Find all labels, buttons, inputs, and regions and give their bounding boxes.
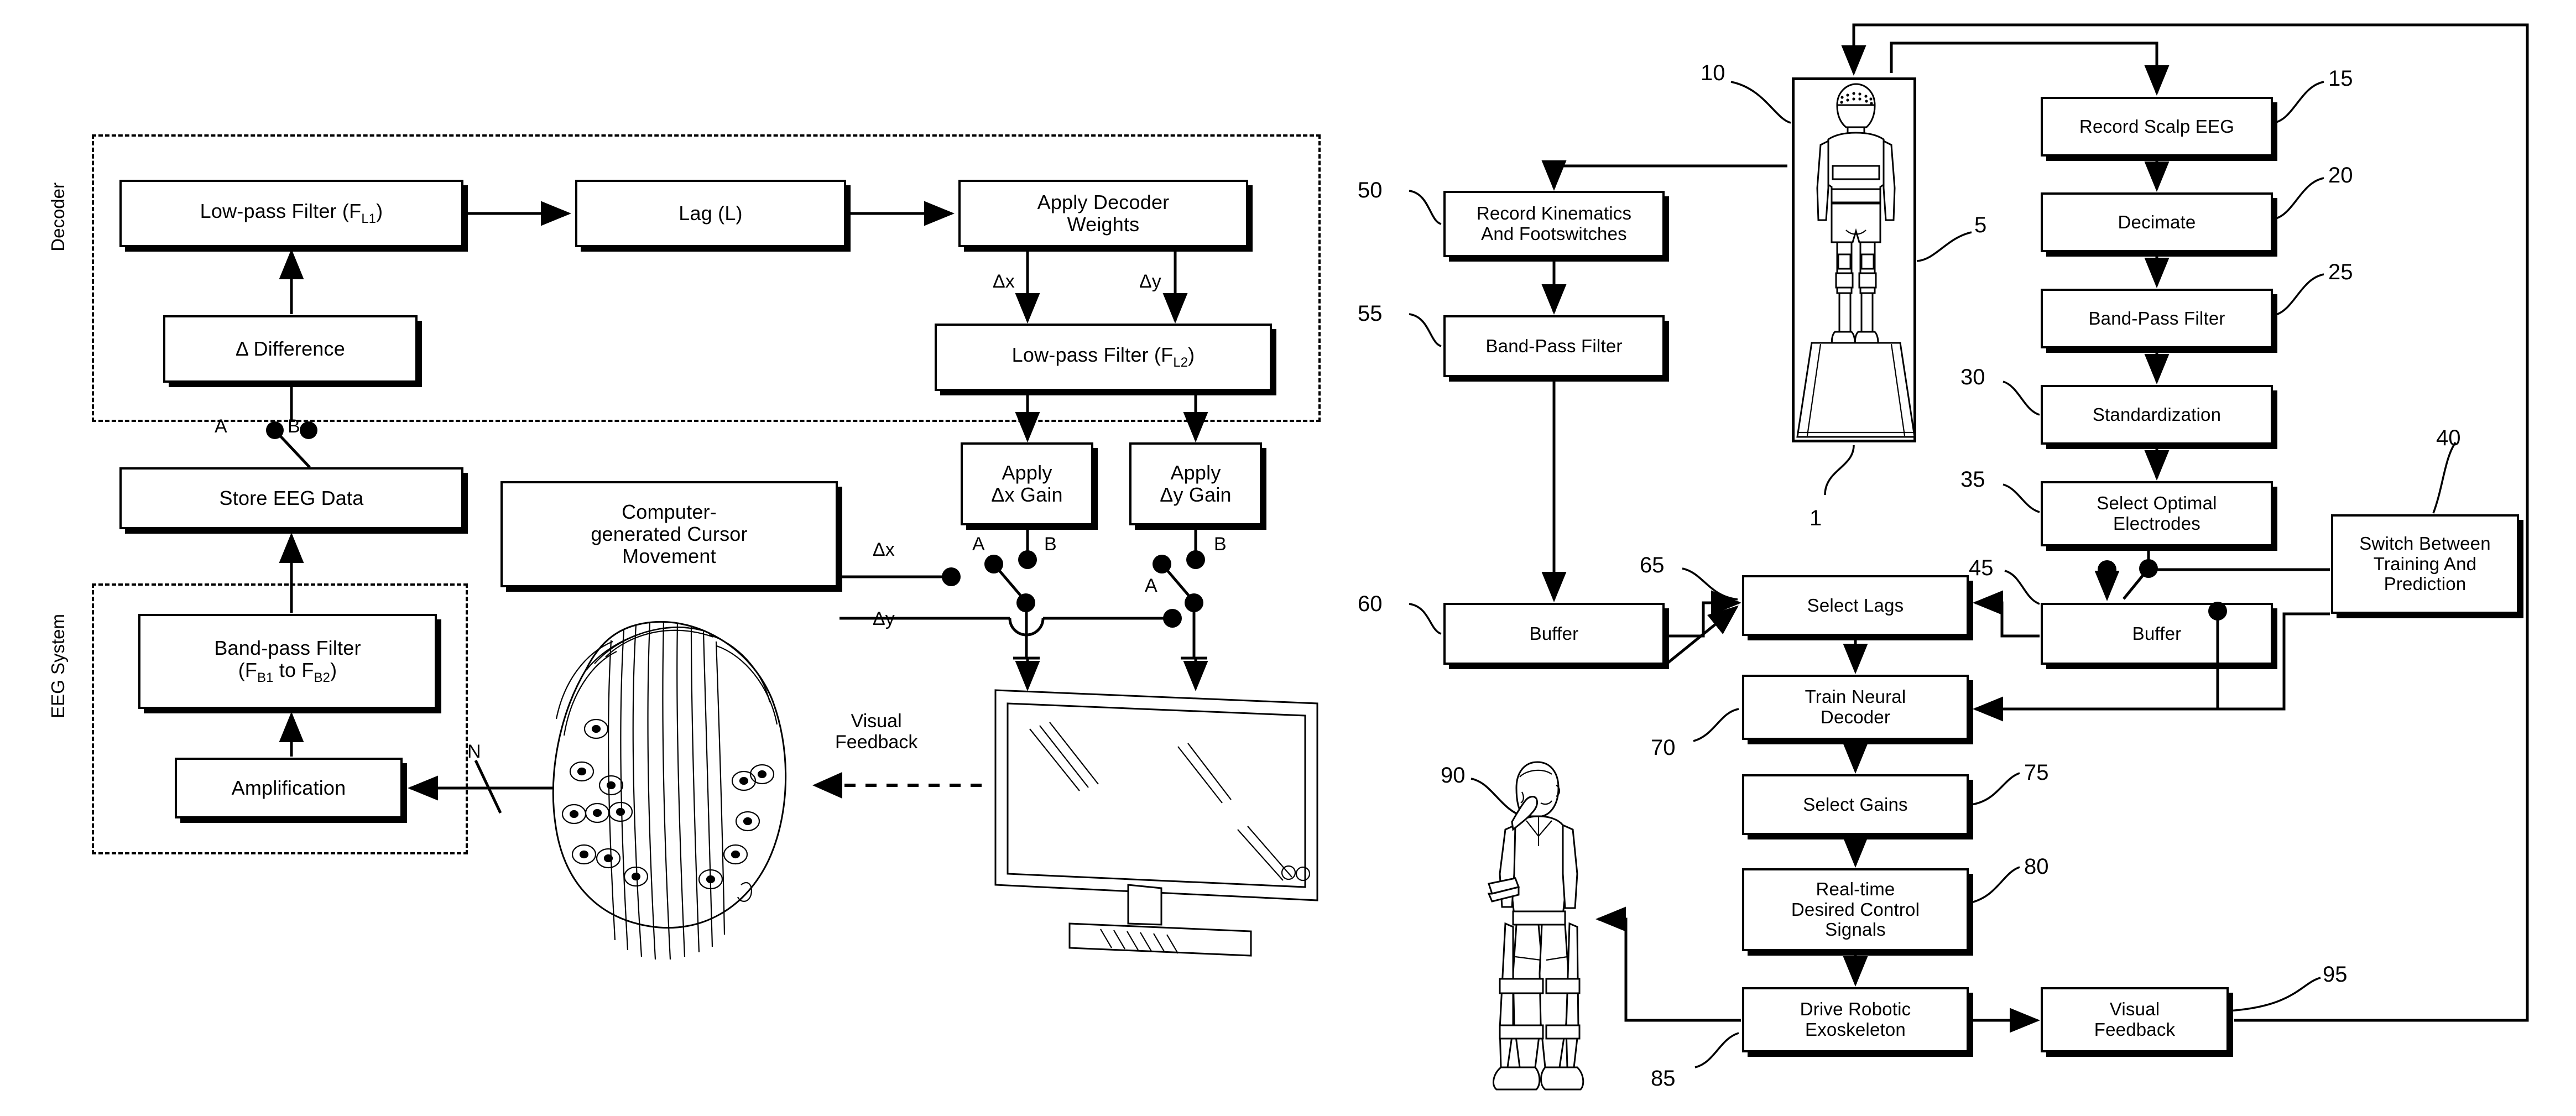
bpf-tail: )	[330, 659, 337, 682]
lag-box: Lag (L)	[575, 180, 846, 247]
ref-85: 85	[1651, 1066, 1676, 1091]
buffer-left-box: Buffer	[1443, 603, 1665, 665]
ref-20: 20	[2328, 163, 2353, 187]
dy-switch-b-label: B	[1214, 534, 1227, 555]
dx-cursor-label: Δx	[873, 539, 895, 560]
amplification-box: Amplification	[175, 758, 403, 818]
dy-signal-label-top: Δy	[1139, 271, 1161, 292]
low-pass-filter-2-box: Low-pass Filter (FL2)	[935, 324, 1272, 391]
ref-55: 55	[1358, 301, 1383, 326]
realtime-control-signals-box: Real-time Desired Control Signals	[1742, 868, 1969, 951]
standardization-box: Standardization	[2041, 385, 2273, 445]
visual-feedback-label-left: Visual Feedback	[835, 711, 918, 753]
store-eeg-data-box: Store EEG Data	[119, 467, 463, 529]
subject-enclosure	[1792, 77, 1916, 442]
ref-1: 1	[1810, 506, 1822, 530]
ref-80: 80	[2024, 854, 2049, 879]
ref-10: 10	[1701, 61, 1725, 85]
ref-25: 25	[2328, 260, 2353, 284]
ref-70: 70	[1651, 736, 1676, 760]
difference-box: Δ Difference	[163, 315, 418, 383]
band-pass-filter-box: Band-pass Filter (FB1 to FB2)	[138, 614, 437, 709]
store-switch-b-label: B	[288, 416, 300, 437]
ref-15: 15	[2328, 66, 2353, 91]
lpf1-subscript: L1	[361, 211, 377, 227]
train-neural-decoder-box: Train Neural Decoder	[1742, 675, 1969, 740]
patent-figure: Decoder EEG System Low-pass Filter (FL1)…	[0, 0, 2576, 1116]
apply-dy-gain-box: Apply Δy Gain	[1129, 442, 1262, 525]
ref-65: 65	[1640, 553, 1665, 577]
computer-monitor	[995, 690, 1317, 956]
lpf2-label: Low-pass Filter (F	[1011, 343, 1174, 367]
select-lags-box: Select Lags	[1742, 575, 1969, 636]
bpf-sub1: B1	[257, 670, 274, 686]
decoder-group-label: Decoder	[48, 182, 68, 252]
low-pass-filter-1-box: Low-pass Filter (FL1)	[119, 180, 463, 247]
channel-count-label: N	[467, 741, 481, 762]
dx-switch-a-label: A	[972, 534, 985, 555]
ref-5: 5	[1974, 213, 1987, 237]
apply-dx-gain-box: Apply Δx Gain	[961, 442, 1093, 525]
ref-45: 45	[1969, 556, 1994, 580]
bpf-sub2: B2	[314, 670, 331, 686]
dy-switch-a-label: A	[1145, 575, 1157, 596]
ref-35: 35	[1960, 467, 1985, 492]
ref-95: 95	[2323, 962, 2348, 987]
select-gains-box: Select Gains	[1742, 774, 1969, 835]
drive-robotic-exoskeleton-box: Drive Robotic Exoskeleton	[1742, 987, 1969, 1052]
band-pass-filter-right-box: Band-Pass Filter	[2041, 289, 2273, 348]
ref-30: 30	[1960, 365, 1985, 389]
buffer-right-box: Buffer	[2041, 603, 2273, 665]
eeg-electrode-cap-head	[553, 622, 785, 959]
record-scalp-eeg-box: Record Scalp EEG	[2041, 97, 2273, 157]
switch-training-prediction-box: Switch Between Training And Prediction	[2331, 514, 2519, 614]
lpf1-tail: )	[376, 200, 383, 223]
ref-75: 75	[2024, 760, 2049, 785]
select-optimal-electrodes-box: Select Optimal Electrodes	[2041, 481, 2273, 546]
dx-switch-b-label: B	[1044, 534, 1057, 555]
person-wearing-robotic-exoskeleton	[1489, 762, 1583, 1089]
lpf1-label: Low-pass Filter (F	[200, 200, 362, 223]
lpf2-tail: )	[1188, 343, 1195, 367]
record-kinematics-box: Record Kinematics And Footswitches	[1443, 191, 1665, 257]
decimate-box: Decimate	[2041, 192, 2273, 252]
ref-50: 50	[1358, 178, 1383, 202]
dx-signal-label-top: Δx	[993, 271, 1015, 292]
band-pass-filter-left-box: Band-Pass Filter	[1443, 315, 1665, 377]
ref-90: 90	[1441, 763, 1466, 788]
dy-cursor-label: Δy	[873, 608, 895, 629]
lpf2-subscript: L2	[1173, 355, 1188, 371]
ref-40: 40	[2436, 426, 2461, 450]
cursor-movement-box: Computer- generated Cursor Movement	[500, 481, 838, 587]
eeg-system-group-label: EEG System	[48, 614, 68, 718]
store-switch-a-label: A	[215, 416, 227, 437]
apply-decoder-weights-box: Apply Decoder Weights	[958, 180, 1248, 247]
bpf-mid: to F	[273, 659, 314, 682]
visual-feedback-box-right: Visual Feedback	[2041, 987, 2229, 1052]
ref-60: 60	[1358, 592, 1383, 616]
